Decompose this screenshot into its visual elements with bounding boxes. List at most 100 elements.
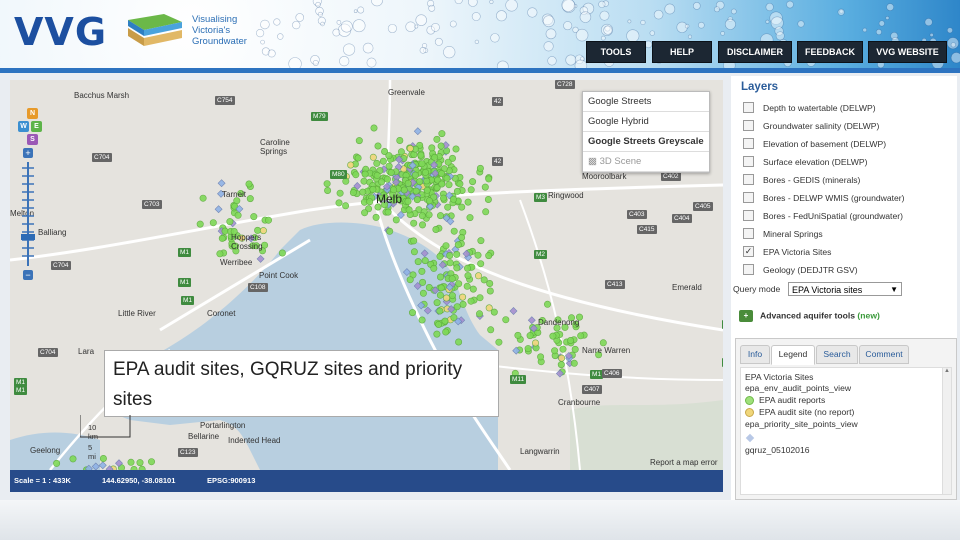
nav-tools[interactable]: TOOLS — [586, 41, 646, 63]
layer-item[interactable]: Geology (DEDJTR GSV) — [743, 262, 858, 279]
map-site-marker[interactable] — [480, 276, 488, 284]
map-site-marker[interactable] — [218, 234, 226, 242]
map-site-marker[interactable] — [361, 209, 369, 217]
map-site-marker[interactable] — [413, 127, 422, 136]
map-site-marker[interactable] — [444, 203, 452, 211]
map-site-marker[interactable] — [442, 328, 450, 336]
map-site-marker[interactable] — [373, 171, 381, 179]
map-site-marker[interactable] — [453, 264, 461, 272]
map-site-marker[interactable] — [349, 189, 357, 197]
map-site-marker[interactable] — [423, 186, 431, 194]
report-map-error-link[interactable]: Report a map error — [650, 458, 718, 467]
map-site-marker[interactable] — [524, 345, 532, 353]
map-site-marker[interactable] — [476, 294, 484, 302]
map-site-marker[interactable] — [209, 219, 217, 227]
map-site-marker[interactable] — [509, 307, 518, 315]
map-site-marker[interactable] — [446, 259, 454, 267]
map-site-marker[interactable] — [477, 260, 485, 268]
map-site-marker[interactable] — [127, 458, 135, 466]
vvg-logo[interactable]: VVG — [14, 10, 107, 54]
map-site-marker[interactable] — [256, 254, 265, 263]
zoom-slider[interactable]: + − — [21, 148, 51, 290]
map-site-marker[interactable] — [387, 169, 395, 177]
tab-info[interactable]: Info — [740, 345, 770, 364]
map-site-marker[interactable] — [484, 196, 492, 204]
map-site-marker[interactable] — [474, 272, 482, 280]
map-site-marker[interactable] — [444, 158, 452, 166]
map-site-marker[interactable] — [475, 310, 483, 318]
map-site-marker[interactable] — [558, 354, 566, 362]
map-site-marker[interactable] — [482, 208, 490, 216]
map-site-marker[interactable] — [69, 455, 77, 463]
map-site-marker[interactable] — [527, 316, 536, 325]
map-site-marker[interactable] — [442, 242, 450, 250]
map-site-marker[interactable] — [425, 197, 433, 205]
map-site-marker[interactable] — [400, 186, 408, 194]
map-site-marker[interactable] — [412, 187, 420, 195]
map-site-marker[interactable] — [435, 321, 443, 329]
map-site-marker[interactable] — [443, 147, 451, 155]
map-site-marker[interactable] — [486, 287, 494, 295]
map-site-marker[interactable] — [455, 338, 463, 346]
map-site-marker[interactable] — [437, 142, 445, 150]
map-site-marker[interactable] — [485, 252, 493, 260]
map-site-marker[interactable] — [495, 338, 503, 346]
layer-item[interactable]: Surface elevation (DELWP) — [743, 154, 867, 171]
map-site-marker[interactable] — [416, 178, 424, 186]
map-site-marker[interactable] — [459, 293, 467, 301]
pan-east-icon[interactable]: E — [31, 121, 42, 132]
map-site-marker[interactable] — [374, 142, 382, 150]
checkbox-icon[interactable] — [743, 102, 754, 114]
map-site-marker[interactable] — [502, 316, 510, 324]
map-site-marker[interactable] — [433, 299, 441, 307]
map-site-marker[interactable] — [487, 326, 495, 334]
map-site-marker[interactable] — [514, 331, 522, 339]
map-site-marker[interactable] — [418, 316, 426, 324]
map-site-marker[interactable] — [490, 308, 498, 316]
map-site-marker[interactable] — [342, 177, 350, 185]
nav-vvg-website[interactable]: VVG WEBSITE — [868, 41, 947, 63]
map-site-marker[interactable] — [436, 212, 444, 220]
checkbox-icon[interactable] — [743, 138, 754, 150]
map-site-marker[interactable] — [476, 164, 484, 172]
map-site-marker[interactable] — [431, 153, 439, 161]
map-site-marker[interactable] — [464, 272, 472, 280]
map-site-marker[interactable] — [445, 181, 453, 189]
map-site-marker[interactable] — [214, 205, 223, 214]
map-site-marker[interactable] — [148, 458, 156, 466]
checkbox-icon[interactable] — [743, 120, 754, 132]
checkbox-icon[interactable] — [743, 210, 754, 222]
map-site-marker[interactable] — [347, 161, 355, 169]
map-site-marker[interactable] — [372, 213, 380, 221]
map-site-marker[interactable] — [324, 187, 332, 195]
map-site-marker[interactable] — [226, 218, 234, 226]
map-site-marker[interactable] — [458, 234, 466, 242]
map-site-marker[interactable] — [406, 145, 414, 153]
map-site-marker[interactable] — [99, 454, 107, 462]
map-site-marker[interactable] — [379, 157, 387, 165]
map-site-marker[interactable] — [419, 289, 427, 297]
map-site-marker[interactable] — [397, 148, 405, 156]
map-site-marker[interactable] — [373, 159, 381, 167]
map-site-marker[interactable] — [570, 359, 578, 367]
map-site-marker[interactable] — [411, 171, 419, 179]
map-site-marker[interactable] — [384, 208, 392, 216]
basemap-option-google-hybrid[interactable]: Google Hybrid — [583, 112, 709, 132]
layer-item[interactable]: ✓ EPA Victoria Sites — [743, 244, 831, 261]
map-site-marker[interactable] — [467, 297, 475, 305]
map-site-marker[interactable] — [455, 280, 463, 288]
map-site-marker[interactable] — [410, 237, 418, 245]
map-site-marker[interactable] — [458, 203, 466, 211]
map-site-marker[interactable] — [432, 226, 440, 234]
map-site-marker[interactable] — [265, 216, 273, 224]
map-site-marker[interactable] — [336, 189, 344, 197]
map-site-marker[interactable] — [438, 130, 446, 138]
map-site-marker[interactable] — [377, 178, 385, 186]
map-site-marker[interactable] — [216, 250, 224, 258]
query-mode-select[interactable]: EPA Victoria sites ▼ — [788, 282, 902, 296]
map-site-marker[interactable] — [436, 273, 444, 281]
tab-legend[interactable]: Legend — [771, 345, 815, 365]
map-site-marker[interactable] — [404, 197, 412, 205]
tab-search[interactable]: Search — [816, 345, 858, 364]
pan-west-icon[interactable]: W — [18, 121, 29, 132]
